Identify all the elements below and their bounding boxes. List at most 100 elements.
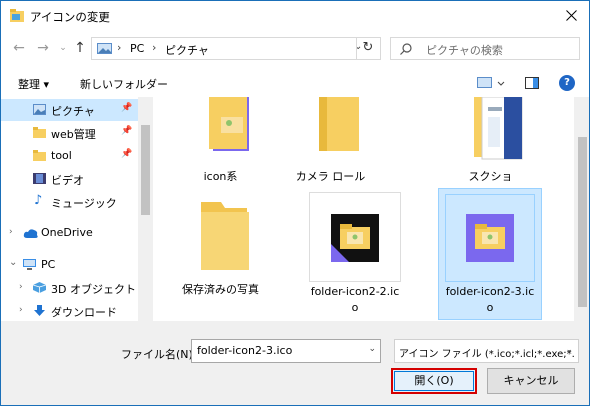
filetype-value: アイコン ファイル (*.ico;*.icl;*.exe;*.	[399, 349, 575, 360]
file-item[interactable]: カメラ ロール	[279, 97, 382, 187]
file-item[interactable]: folder-icon2-2.ic o	[309, 192, 401, 316]
search-box[interactable]: ピクチャの検索	[390, 37, 580, 60]
pc-icon	[23, 259, 36, 270]
pin-icon[interactable]: 📌	[121, 103, 132, 113]
sidebar-item-tool[interactable]: tool 📌	[1, 145, 138, 167]
file-name-continued: o	[486, 301, 494, 314]
close-icon	[565, 9, 577, 21]
sidebar-item-label: ダウンロード	[51, 306, 117, 319]
cancel-button-label: キャンセル	[503, 374, 559, 387]
sidebar-item-3d-objects[interactable]: › 3D オブジェクト	[1, 277, 138, 299]
organize-button[interactable]: 整理 ▾	[18, 76, 49, 92]
open-button[interactable]: 開く(O)	[391, 368, 477, 394]
cloud-icon	[23, 229, 38, 238]
chevron-down-icon[interactable]: ⌄	[9, 257, 17, 268]
breadcrumb-pc[interactable]: PC	[130, 42, 144, 55]
command-toolbar: 整理 ▾ 新しいフォルダー ?	[1, 67, 589, 97]
download-icon	[34, 305, 45, 316]
pin-icon[interactable]: 📌	[121, 149, 132, 159]
recent-dropdown-icon[interactable]: ⌄	[55, 39, 71, 57]
sidebar-scrollbar[interactable]	[138, 97, 153, 321]
scrollbar-thumb[interactable]	[141, 125, 150, 215]
file-name-continued: o	[351, 301, 359, 314]
chevron-right-icon[interactable]: ›	[9, 227, 13, 237]
file-item[interactable]: スクショ	[439, 97, 542, 187]
folder-icon	[33, 127, 46, 138]
pictures-folder-icon	[97, 43, 112, 54]
chevron-right-icon: ›	[117, 41, 122, 54]
file-list-scrollbar[interactable]	[574, 97, 589, 321]
sidebar-item-web[interactable]: web管理 📌	[1, 122, 138, 144]
back-arrow-icon[interactable]: ←	[11, 39, 27, 57]
music-icon: ♪	[34, 193, 43, 208]
bottom-panel: ファイル名(N): folder-icon2-3.ico ⌄ アイコン ファイル…	[1, 321, 589, 405]
navigation-pane: ピクチャ 📌 web管理 📌 tool 📌 ビデオ ♪ ミュージック › One…	[1, 97, 153, 321]
chevron-down-icon: ⌄	[565, 345, 573, 355]
sidebar-item-music[interactable]: ♪ ミュージック	[1, 191, 138, 213]
forward-arrow-icon[interactable]: →	[35, 39, 51, 57]
file-name: folder-icon2-2.ic	[310, 285, 400, 298]
help-icon: ?	[564, 77, 570, 88]
address-bar[interactable]: › PC › ピクチャ ⌄ ↻	[91, 37, 381, 60]
breadcrumb-pictures[interactable]: ピクチャ	[165, 42, 209, 58]
sidebar-item-label: ピクチャ	[51, 105, 95, 118]
sidebar-item-label: ミュージック	[51, 197, 117, 210]
chevron-down-icon[interactable]: ⌄	[368, 344, 376, 354]
close-button[interactable]	[557, 3, 585, 27]
search-icon	[400, 43, 412, 55]
sidebar-item-label: 3D オブジェクト	[51, 283, 136, 296]
open-button-label: 開く(O)	[414, 374, 454, 387]
preview-pane-button[interactable]	[525, 77, 539, 89]
icon-change-dialog: アイコンの変更 ← → ⌄ ↑ › PC › ピクチャ ⌄ ↻ ピクチャの検索 …	[0, 0, 590, 406]
file-name: カメラ ロール	[295, 170, 366, 183]
folder-icon	[33, 150, 46, 161]
file-list: icon系 カメラ ロール スクショ 保存済みの写真 folder-icon2-…	[154, 97, 589, 321]
help-button[interactable]: ?	[559, 75, 575, 91]
folder-app-icon	[10, 9, 24, 22]
chevron-right-icon[interactable]: ›	[19, 282, 23, 292]
video-icon	[33, 173, 46, 184]
filename-label: ファイル名(N):	[121, 348, 197, 361]
folder-icon	[474, 97, 523, 160]
sidebar-item-label: web管理	[51, 128, 96, 141]
filename-value: folder-icon2-3.ico	[197, 344, 293, 357]
chevron-right-icon[interactable]: ›	[19, 305, 23, 315]
file-item-selected[interactable]: folder-icon2-3.ic o	[438, 188, 542, 320]
new-folder-button[interactable]: 新しいフォルダー	[80, 76, 168, 92]
folder-icon	[319, 97, 359, 151]
folder-icon-thumbnail	[331, 214, 379, 262]
folder-icon	[209, 97, 249, 151]
filetype-select[interactable]: アイコン ファイル (*.ico;*.icl;*.exe;*. ⌄	[394, 339, 579, 363]
search-placeholder: ピクチャの検索	[426, 44, 503, 57]
file-item[interactable]: 保存済みの写真	[169, 192, 272, 302]
file-name: スクショ	[468, 170, 513, 183]
file-item[interactable]: icon系	[169, 97, 272, 187]
pin-icon[interactable]: 📌	[121, 126, 132, 136]
sidebar-item-label: PC	[41, 258, 56, 271]
cancel-button[interactable]: キャンセル	[487, 368, 575, 394]
refresh-button[interactable]: ↻	[356, 37, 379, 60]
chevron-right-icon: ›	[152, 41, 157, 54]
folder-icon-thumbnail	[466, 214, 514, 262]
navigation-bar: ← → ⌄ ↑ › PC › ピクチャ ⌄ ↻ ピクチャの検索	[1, 31, 589, 67]
sidebar-item-downloads[interactable]: › ダウンロード	[1, 300, 138, 321]
scrollbar-thumb[interactable]	[578, 137, 587, 307]
view-icon	[477, 77, 505, 88]
sidebar-item-label: ビデオ	[51, 174, 84, 187]
file-name: 保存済みの写真	[182, 283, 259, 296]
view-options-button[interactable]	[476, 75, 506, 91]
filename-input[interactable]: folder-icon2-3.ico ⌄	[191, 339, 381, 363]
folder-icon	[201, 202, 249, 270]
refresh-icon: ↻	[362, 40, 374, 55]
sidebar-item-pc[interactable]: ⌄ PC	[1, 254, 138, 276]
up-arrow-icon[interactable]: ↑	[72, 39, 88, 57]
sidebar-item-pictures[interactable]: ピクチャ 📌	[1, 99, 138, 121]
sidebar-item-onedrive[interactable]: › OneDrive	[1, 222, 138, 244]
title-bar: アイコンの変更	[1, 1, 589, 31]
file-name: icon系	[203, 170, 238, 183]
3d-objects-icon	[33, 282, 46, 293]
preview-pane-icon	[525, 77, 539, 89]
sidebar-item-label: OneDrive	[41, 226, 93, 239]
sidebar-item-videos[interactable]: ビデオ	[1, 168, 138, 190]
pictures-icon	[33, 104, 46, 115]
